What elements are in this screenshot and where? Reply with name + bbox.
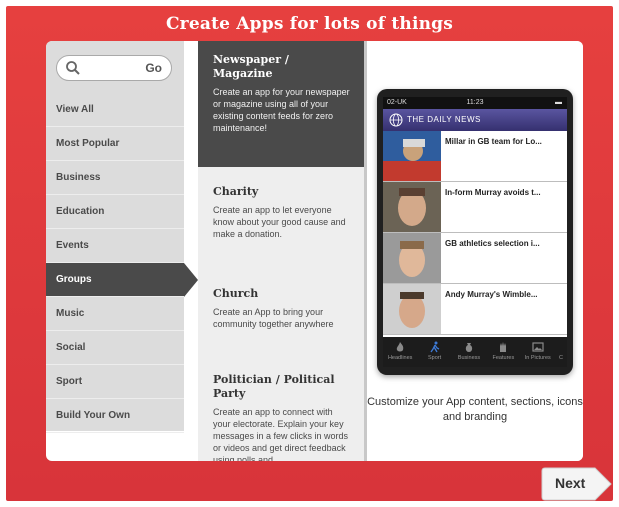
- app-header: THE DAILY NEWS: [383, 109, 567, 131]
- template-description: Create an app to connect with your elect…: [213, 407, 349, 461]
- runner-icon: [430, 341, 439, 353]
- template-item-newspaper[interactable]: Newspaper / Magazine Create an app for y…: [198, 41, 364, 167]
- tab-headlines[interactable]: Headlines: [383, 337, 417, 367]
- template-item-politician[interactable]: Politician / Political Party Create an a…: [198, 361, 364, 461]
- money-bag-icon: [465, 343, 473, 352]
- sidebar-item-events[interactable]: Events: [46, 229, 184, 263]
- template-title: Charity: [213, 185, 259, 198]
- flame-icon: [396, 342, 404, 352]
- news-thumbnail: [383, 284, 441, 334]
- template-list: Newspaper / Magazine Create an app for y…: [198, 41, 364, 461]
- preview-pane: 02-UK 11:23 ▬ THE DAILY NEWS Millar in G…: [367, 41, 583, 461]
- news-item[interactable]: Andy Murray's Wimble...: [383, 284, 567, 335]
- main-panel: Go View All Most Popular Business Educat…: [46, 41, 583, 461]
- tab-more[interactable]: C: [555, 337, 567, 367]
- phone-tab-bar: Headlines Sport Business Features In Pic…: [383, 337, 567, 367]
- picture-icon: [532, 342, 544, 352]
- template-description: Create an App to bring your community to…: [213, 307, 334, 329]
- next-button[interactable]: Next: [541, 466, 613, 502]
- phone-screen: 02-UK 11:23 ▬ THE DAILY NEWS Millar in G…: [383, 97, 567, 367]
- tab-features[interactable]: Features: [486, 337, 520, 367]
- template-title: Church: [213, 287, 259, 300]
- news-item[interactable]: Millar in GB team for Lo...: [383, 131, 567, 182]
- sidebar-item-education[interactable]: Education: [46, 195, 184, 229]
- tab-sport[interactable]: Sport: [417, 337, 451, 367]
- globe-icon: [389, 113, 403, 127]
- news-thumbnail: [383, 182, 441, 232]
- template-title: Politician / Political Party: [213, 373, 335, 400]
- template-title: Newspaper / Magazine: [213, 53, 289, 80]
- preview-caption: Customize your App content, sections, ic…: [367, 396, 583, 423]
- sidebar-item-social[interactable]: Social: [46, 331, 184, 365]
- news-item[interactable]: In-form Murray avoids t...: [383, 182, 567, 233]
- news-title: Andy Murray's Wimble...: [445, 290, 538, 299]
- hand-icon: [500, 342, 507, 352]
- phone-status-bar: 02-UK 11:23 ▬: [383, 97, 567, 109]
- template-description: Create an app for your newspaper or maga…: [213, 87, 350, 133]
- news-title: Millar in GB team for Lo...: [445, 137, 542, 146]
- template-description: Create an app to let everyone know about…: [213, 205, 346, 239]
- sidebar-item-sport[interactable]: Sport: [46, 365, 184, 399]
- sidebar-item-most-popular[interactable]: Most Popular: [46, 127, 184, 161]
- sidebar-item-view-all[interactable]: View All: [46, 93, 184, 127]
- search-icon: [66, 61, 80, 75]
- search-input[interactable]: Go: [56, 55, 172, 81]
- tab-in-pictures[interactable]: In Pictures: [521, 337, 555, 367]
- news-title: In-form Murray avoids t...: [445, 188, 541, 197]
- sidebar-item-groups[interactable]: Groups: [46, 263, 198, 297]
- next-label: Next: [555, 475, 586, 491]
- template-item-church[interactable]: Church Create an App to bring your commu…: [198, 275, 364, 357]
- news-thumbnail: [383, 131, 441, 181]
- sidebar-item-build-your-own[interactable]: Build Your Own: [46, 399, 184, 433]
- category-sidebar: Go View All Most Popular Business Educat…: [46, 41, 198, 433]
- phone-preview: 02-UK 11:23 ▬ THE DAILY NEWS Millar in G…: [377, 89, 573, 375]
- category-list: View All Most Popular Business Education…: [46, 93, 198, 433]
- news-item[interactable]: GB athletics selection i...: [383, 233, 567, 284]
- clock-label: 11:23: [466, 99, 484, 106]
- app-title: THE DAILY NEWS: [407, 115, 481, 124]
- news-thumbnail: [383, 233, 441, 283]
- news-title: GB athletics selection i...: [445, 239, 540, 248]
- template-item-charity[interactable]: Charity Create an app to let everyone kn…: [198, 173, 364, 269]
- app-frame: Create Apps for lots of things Go View A…: [6, 6, 613, 501]
- sidebar-item-business[interactable]: Business: [46, 161, 184, 195]
- page-title: Create Apps for lots of things: [165, 14, 454, 34]
- go-button[interactable]: Go: [145, 61, 162, 75]
- battery-icon: ▬: [555, 99, 562, 106]
- sidebar-item-music[interactable]: Music: [46, 297, 184, 331]
- tab-business[interactable]: Business: [452, 337, 486, 367]
